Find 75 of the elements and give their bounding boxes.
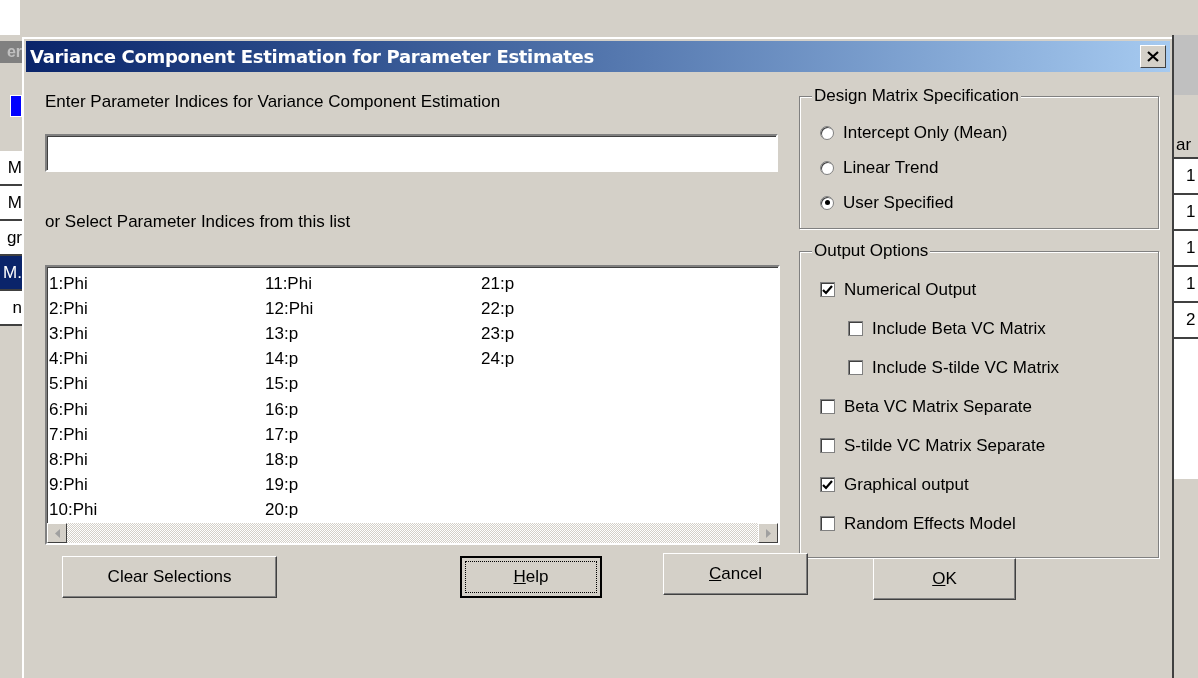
- radio-label[interactable]: Linear Trend: [843, 157, 939, 178]
- dialog-button[interactable]: Clear Selections: [62, 556, 277, 598]
- list-item[interactable]: 19:p: [264, 472, 300, 496]
- table-cell[interactable]: n: [0, 291, 22, 326]
- list-item[interactable]: 2:Phi: [48, 297, 89, 321]
- list-item[interactable]: 5:Phi: [48, 372, 89, 396]
- right-arrow-icon: [765, 528, 771, 538]
- checkbox-label[interactable]: Numerical Output: [844, 279, 977, 300]
- dialog-button[interactable]: Cancel: [663, 553, 808, 595]
- parameter-list[interactable]: 1:Phi 2:Phi 3:Phi 4:Phi 5:Phi 6:Phi 7:Phi 8:Phi 9:Phi 10:Phi 11:Phi 12:Phi 13:p 14:p 15:p 16:p 17:p 18:p 19:p 20:p 21:p 22:p 23:p 24:p: [45, 265, 780, 545]
- radio-button[interactable]: [820, 195, 834, 210]
- horizontal-scrollbar[interactable]: [47, 523, 778, 543]
- checkbox-label[interactable]: Include Beta VC Matrix: [872, 318, 1046, 339]
- table-cell[interactable]: M.: [0, 256, 22, 291]
- dialog-button[interactable]: OK: [873, 558, 1016, 600]
- list-item[interactable]: 11:Phi: [264, 272, 313, 295]
- toolbar-icon[interactable]: [10, 95, 22, 117]
- list-item[interactable]: 15:p: [264, 372, 300, 396]
- checkbox-label[interactable]: Random Effects Model: [844, 513, 1016, 534]
- table-cell: 2: [1174, 303, 1198, 339]
- list-item[interactable]: 1:Phi: [48, 272, 89, 295]
- radio-label[interactable]: Intercept Only (Mean): [843, 122, 1008, 143]
- checkbox[interactable]: [820, 282, 835, 297]
- checkbox[interactable]: [820, 516, 835, 531]
- window-title: Variance Component Estimation for Parameter Estimates: [30, 45, 594, 69]
- table-cell[interactable]: M: [0, 151, 22, 186]
- field-label: Enter Parameter Indices for Variance Component Estimation: [45, 92, 502, 112]
- checkbox[interactable]: [820, 477, 835, 492]
- radio-label[interactable]: User Specified: [843, 192, 954, 213]
- list-item[interactable]: 24:p: [480, 347, 516, 371]
- checkbox[interactable]: [848, 360, 863, 375]
- table-cell: 1: [1174, 159, 1198, 195]
- checkbox[interactable]: [820, 438, 835, 453]
- toolbar: [1174, 35, 1198, 95]
- scroll-right-button[interactable]: [758, 523, 778, 543]
- checkbox[interactable]: [820, 399, 835, 414]
- checkbox-label[interactable]: Beta VC Matrix Separate: [844, 396, 1033, 417]
- list-item[interactable]: 14:p: [264, 347, 300, 371]
- table-cell: 1: [1174, 231, 1198, 267]
- checkbox[interactable]: [848, 321, 863, 336]
- left-arrow-icon: [54, 528, 60, 538]
- checkbox-label[interactable]: S-tilde VC Matrix Separate: [844, 435, 1046, 456]
- list-item[interactable]: 12:Phi: [264, 297, 315, 321]
- close-icon: [1147, 51, 1159, 62]
- list-item[interactable]: 18:p: [264, 447, 300, 471]
- list-item[interactable]: 16:p: [264, 397, 300, 421]
- list-item[interactable]: 10:Phi: [48, 497, 99, 521]
- dialog-button[interactable]: Help: [460, 556, 602, 598]
- group-title: Output Options: [812, 241, 931, 261]
- list-item[interactable]: 20:p: [264, 497, 300, 521]
- input-field[interactable]: [45, 134, 778, 172]
- list-item[interactable]: 21:p: [480, 272, 516, 295]
- list-item[interactable]: 6:Phi: [48, 397, 89, 421]
- radio-button[interactable]: [820, 160, 834, 175]
- list-label: or Select Parameter Indices from this list: [45, 212, 352, 232]
- table-cell[interactable]: gr: [0, 221, 22, 256]
- radio-button[interactable]: [820, 125, 834, 140]
- checkbox-label[interactable]: Include S-tilde VC Matrix: [872, 357, 1060, 378]
- list-item[interactable]: 22:p: [480, 297, 516, 321]
- list-item[interactable]: 8:Phi: [48, 447, 89, 471]
- list-item[interactable]: 13:p: [264, 322, 300, 346]
- table-cell[interactable]: M: [0, 186, 22, 221]
- list-item[interactable]: 3:Phi: [48, 322, 89, 346]
- checkbox-label[interactable]: Graphical output: [844, 474, 969, 495]
- table-cell: 1: [1174, 195, 1198, 231]
- close-button[interactable]: [1140, 45, 1166, 68]
- list-item[interactable]: 4:Phi: [48, 347, 89, 371]
- list-item[interactable]: 7:Phi: [48, 422, 89, 446]
- table-cell: 1: [1174, 267, 1198, 303]
- list-item[interactable]: 9:Phi: [48, 472, 89, 496]
- group-title: Design Matrix Specification: [812, 86, 1022, 106]
- list-item[interactable]: 17:p: [264, 422, 300, 446]
- list-item[interactable]: 23:p: [480, 322, 516, 346]
- scroll-left-button[interactable]: [47, 523, 67, 543]
- window-title: er: [0, 41, 22, 63]
